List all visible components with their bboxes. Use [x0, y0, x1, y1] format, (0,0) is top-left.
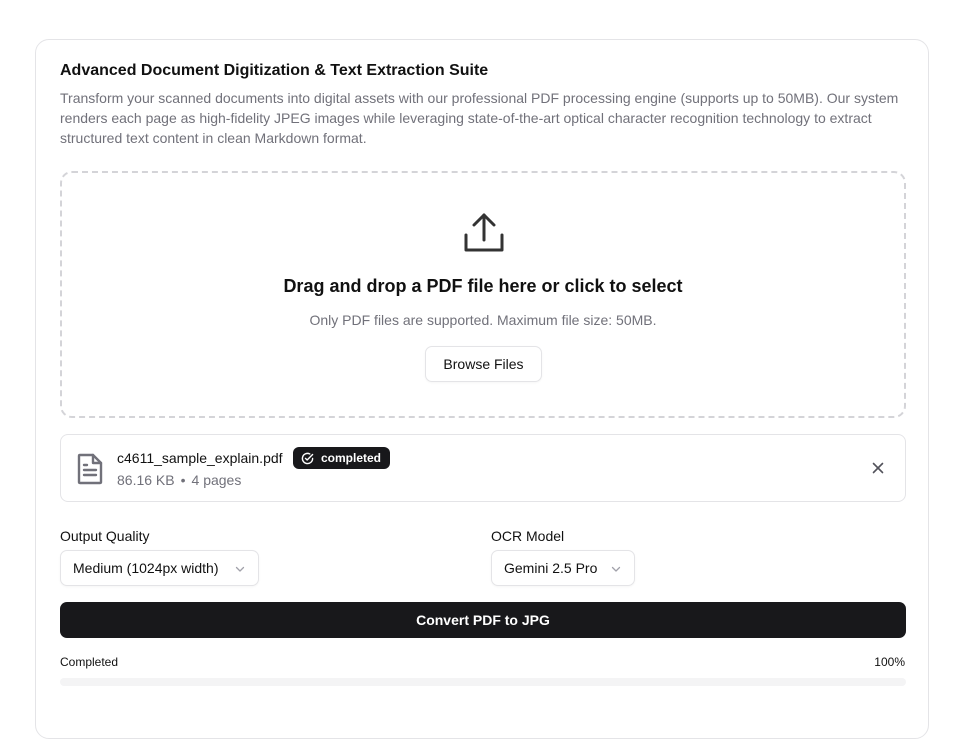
- ocr-model-value: Gemini 2.5 Pro: [504, 560, 598, 576]
- progress-bar: [60, 678, 906, 686]
- close-icon: [872, 462, 884, 474]
- progress-bar-fill: [60, 678, 906, 686]
- progress-percent: 100%: [874, 655, 905, 669]
- output-quality-value: Medium (1024px width): [73, 560, 219, 576]
- chevron-down-icon: [611, 566, 621, 572]
- status-badge-label: completed: [321, 451, 382, 465]
- page-description: Transform your scanned documents into di…: [60, 90, 899, 146]
- meta-separator: •: [180, 472, 186, 488]
- output-quality-label: Output Quality: [60, 528, 150, 544]
- output-quality-select[interactable]: Medium (1024px width): [60, 550, 259, 586]
- uploaded-file-item: c4611_sample_explain.pdf completed 86.16…: [60, 434, 906, 502]
- ocr-model-label: OCR Model: [491, 528, 565, 544]
- upload-icon: [464, 213, 504, 252]
- status-badge: completed: [293, 447, 391, 469]
- file-pages: 4 pages: [191, 472, 242, 488]
- convert-button[interactable]: Convert PDF to JPG: [60, 602, 906, 638]
- file-meta: 86.16 KB • 4 pages: [117, 472, 241, 488]
- pdf-dropzone[interactable]: Drag and drop a PDF file here or click t…: [60, 171, 906, 418]
- file-text-icon: [77, 453, 103, 485]
- remove-file-button[interactable]: [869, 459, 887, 477]
- page-title: Advanced Document Digitization & Text Ex…: [60, 62, 489, 79]
- chevron-down-icon: [235, 566, 245, 572]
- dropzone-hint: Only PDF files are supported. Maximum fi…: [309, 312, 657, 328]
- converter-card: Advanced Document Digitization & Text Ex…: [35, 39, 929, 739]
- progress-label: Completed: [60, 655, 119, 669]
- check-circle-icon: [301, 452, 314, 464]
- dropzone-title: Drag and drop a PDF file here or click t…: [283, 276, 683, 296]
- ocr-model-select[interactable]: Gemini 2.5 Pro: [491, 550, 635, 586]
- file-size: 86.16 KB: [117, 472, 175, 488]
- file-name: c4611_sample_explain.pdf: [117, 450, 283, 466]
- browse-files-button[interactable]: Browse Files: [425, 346, 542, 382]
